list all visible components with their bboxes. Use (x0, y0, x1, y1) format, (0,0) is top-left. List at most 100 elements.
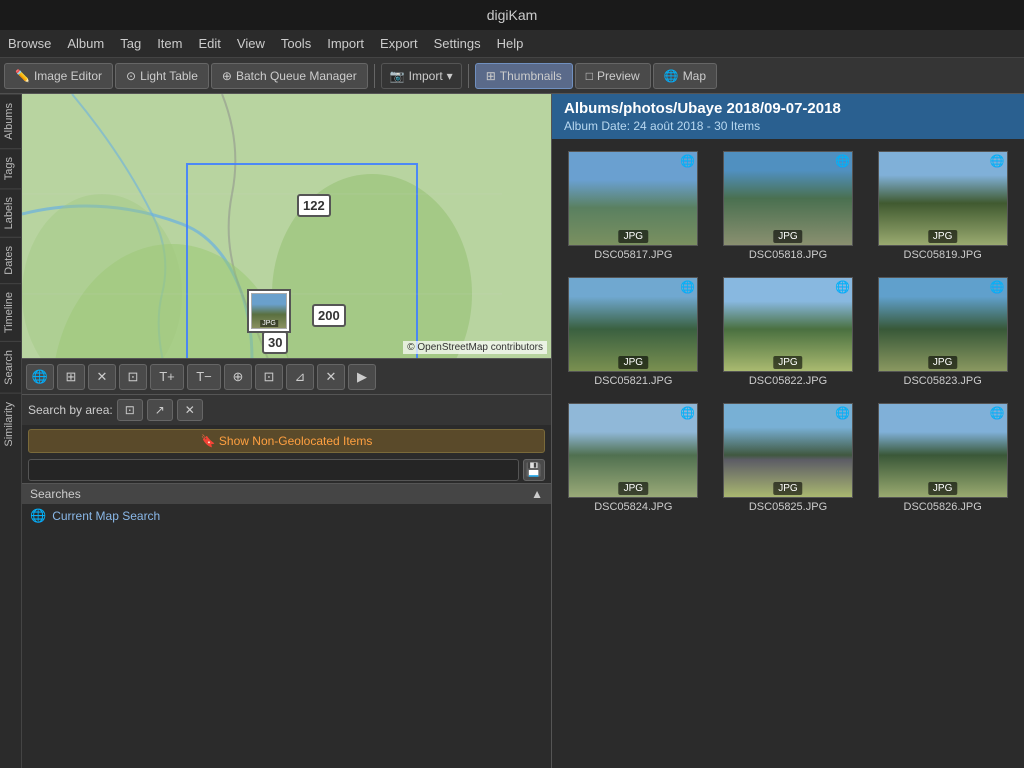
thumbnail-name: DSC05819.JPG (904, 249, 982, 261)
geo-icon: 🌐 (990, 280, 1005, 294)
thumbnail-item[interactable]: 🌐 JPG DSC05823.JPG (869, 273, 1016, 391)
search-area-label: Search by area: (28, 403, 113, 417)
jpg-badge: JPG (619, 482, 648, 495)
light-table-button[interactable]: ⊙ Light Table (115, 63, 209, 89)
menu-item-edit[interactable]: Edit (198, 36, 220, 51)
thumbnail-image: 🌐 JPG (568, 277, 698, 372)
jpg-badge: JPG (619, 356, 648, 369)
main-layout: AlbumsTagsLabelsDatesTimelineSearchSimil… (0, 94, 1024, 768)
thumbnails-grid: 🌐JPGDSC05817.JPG🌐JPGDSC05818.JPG🌐JPGDSC0… (552, 139, 1024, 768)
left-tab-timeline[interactable]: Timeline (0, 283, 21, 341)
thumbnail-item[interactable]: 🌐 JPG DSC05821.JPG (560, 273, 707, 391)
thumbnail-image: 🌐 JPG (878, 277, 1008, 372)
thumbnail-item[interactable]: 🌐JPG DSC05826.JPG (869, 399, 1016, 517)
menu-item-browse[interactable]: Browse (8, 36, 51, 51)
toolbar: ✏️ Image Editor ⊙ Light Table ⊕ Batch Qu… (0, 58, 1024, 94)
left-tab-similarity[interactable]: Similarity (0, 393, 21, 455)
search-input-row: 💾 (28, 459, 545, 481)
menu-item-album[interactable]: Album (67, 36, 104, 51)
left-tab-tags[interactable]: Tags (0, 148, 21, 188)
map-copyright: © OpenStreetMap contributors (403, 341, 547, 354)
jpg-badge: JPG (773, 356, 802, 369)
map-icon: 🌐 (664, 69, 679, 83)
thumbnail-image: 🌐JPG (878, 403, 1008, 498)
thumbnail-image: 🌐 JPG (568, 403, 698, 498)
jpg-badge: JPG (773, 230, 802, 243)
thumbnail-image: 🌐JPG (723, 151, 853, 246)
map-grid-btn[interactable]: ⊞ (57, 364, 85, 390)
menu-item-help[interactable]: Help (497, 36, 524, 51)
thumbnails-icon: ⊞ (486, 69, 496, 83)
cluster-122[interactable]: 122 (297, 194, 331, 217)
search-area-clear-btn[interactable]: ✕ (177, 399, 203, 421)
light-table-icon: ⊙ (126, 69, 136, 83)
thumbnails-button[interactable]: ⊞ Thumbnails (475, 63, 573, 89)
left-tab-dates[interactable]: Dates (0, 237, 21, 283)
searches-collapse-icon[interactable]: ▲ (531, 487, 543, 501)
cluster-photo[interactable]: JPG (247, 289, 291, 333)
map-close-btn[interactable]: ✕ (317, 364, 345, 390)
map-toolbar: 🌐 ⊞ ✕ ⊡ T+ T− ⊕ ⊡ ⊿ ✕ ▶ (22, 358, 551, 394)
search-area-arrow-btn[interactable]: ↗ (147, 399, 173, 421)
batch-queue-button[interactable]: ⊕ Batch Queue Manager (211, 63, 368, 89)
map-square-btn[interactable]: ⊡ (119, 364, 147, 390)
map-button[interactable]: 🌐 Map (653, 63, 717, 89)
left-tab-albums[interactable]: Albums (0, 94, 21, 148)
searches-header: Searches ▲ (22, 483, 551, 504)
album-title: Albums/photos/Ubaye 2018/09-07-2018 (564, 100, 1012, 117)
map-move-btn[interactable]: ⊕ (224, 364, 252, 390)
image-editor-icon: ✏️ (15, 69, 30, 83)
menu-item-tools[interactable]: Tools (281, 36, 311, 51)
search-item-label: Current Map Search (52, 509, 160, 523)
thumbnail-item[interactable]: 🌐JPGDSC05817.JPG (560, 147, 707, 265)
menu-item-tag[interactable]: Tag (120, 36, 141, 51)
jpg-badge: JPG (928, 356, 957, 369)
geo-icon: 🌐 (835, 280, 850, 294)
thumbnail-item[interactable]: 🌐JPGDSC05819.JPG (869, 147, 1016, 265)
search-save-btn[interactable]: 💾 (523, 459, 545, 481)
show-non-geo-button[interactable]: 🔖 Show Non-Geolocated Items (28, 429, 545, 453)
geo-icon: 🌐 (680, 280, 695, 294)
import-icon: 📷 (390, 69, 405, 83)
menu-item-view[interactable]: View (237, 36, 265, 51)
thumbnail-item[interactable]: 🌐JPGDSC05824.JPG (560, 399, 707, 517)
left-tab-labels[interactable]: Labels (0, 188, 21, 237)
cluster-30[interactable]: 30 (262, 331, 288, 354)
thumbnail-name: DSC05817.JPG (594, 249, 672, 261)
thumbnail-name: DSC05826.JPG (904, 501, 982, 513)
map-box-btn[interactable]: ⊡ (255, 364, 283, 390)
thumbnail-item[interactable]: 🌐JPGDSC05825.JPG (715, 399, 862, 517)
import-button[interactable]: 📷 Import ▾ (381, 63, 462, 89)
map-tminus-btn[interactable]: T− (187, 364, 221, 390)
thumbnail-item[interactable]: 🌐JPG DSC05818.JPG (715, 147, 862, 265)
search-item-current-map[interactable]: 🌐 Current Map Search (22, 504, 551, 528)
map-x-btn[interactable]: ✕ (88, 364, 116, 390)
cluster-200[interactable]: 200 (312, 304, 346, 327)
left-tab-search[interactable]: Search (0, 341, 21, 393)
image-editor-button[interactable]: ✏️ Image Editor (4, 63, 113, 89)
geo-icon: 🌐 (680, 406, 695, 420)
menu-item-export[interactable]: Export (380, 36, 418, 51)
search-text-input[interactable] (28, 459, 519, 481)
search-area-rect-btn[interactable]: ⊡ (117, 399, 143, 421)
geo-icon: 🌐 (835, 406, 850, 420)
menu-item-import[interactable]: Import (327, 36, 364, 51)
preview-button[interactable]: □ Preview (575, 63, 651, 89)
thumbnail-item[interactable]: 🌐JPGDSC05822.JPG (715, 273, 862, 391)
map-play-btn[interactable]: ▶ (348, 364, 376, 390)
map-filter-btn[interactable]: ⊿ (286, 364, 314, 390)
batch-queue-icon: ⊕ (222, 69, 232, 83)
geo-icon: 🌐 (680, 154, 695, 168)
jpg-badge: JPG (928, 230, 957, 243)
map-globe-btn[interactable]: 🌐 (26, 364, 54, 390)
searches-label: Searches (30, 487, 81, 501)
map-tplus-btn[interactable]: T+ (150, 364, 184, 390)
thumbnail-image: 🌐JPG (723, 403, 853, 498)
menu-item-settings[interactable]: Settings (434, 36, 481, 51)
menu-item-item[interactable]: Item (157, 36, 182, 51)
thumbnail-name: DSC05818.JPG (749, 249, 827, 261)
thumbnail-name: DSC05821.JPG (594, 375, 672, 387)
thumbnail-name: DSC05823.JPG (904, 375, 982, 387)
map-container[interactable]: Parc national du Mercantour (cœur) Parco… (22, 94, 551, 358)
album-date: Album Date: 24 août 2018 - 30 Items (564, 119, 1012, 133)
